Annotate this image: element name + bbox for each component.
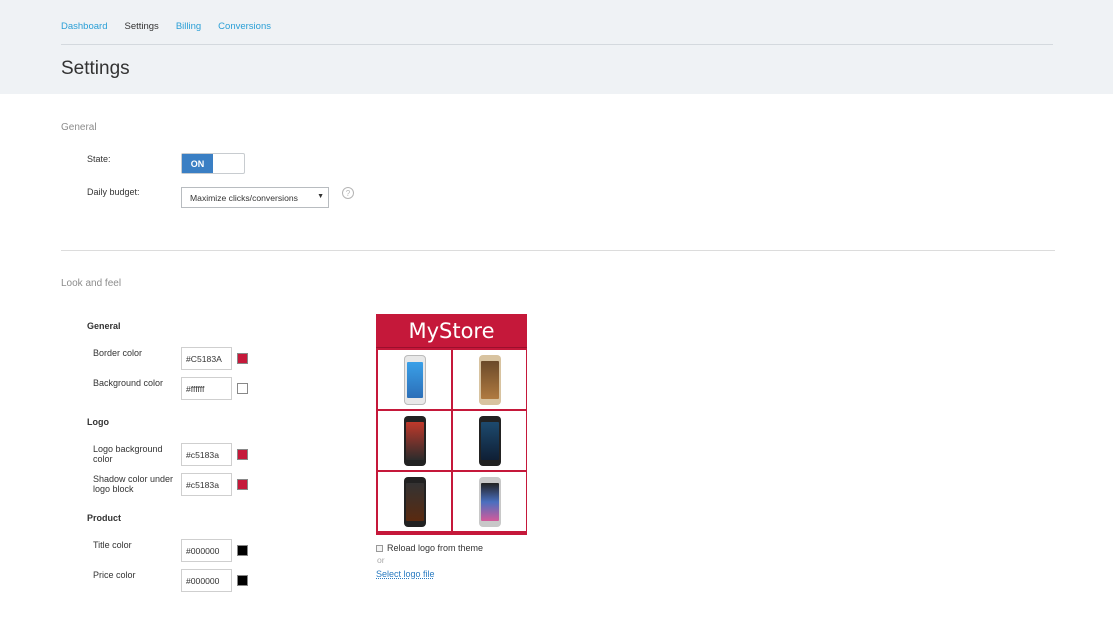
phone-image	[478, 354, 501, 405]
title-color-input[interactable]: #000000	[181, 539, 232, 562]
tab-conversions[interactable]: Conversions	[218, 21, 271, 33]
product-cell	[453, 472, 526, 531]
title-color-swatch[interactable]	[237, 545, 248, 556]
phone-image	[403, 354, 426, 405]
border-color-swatch[interactable]	[237, 353, 248, 364]
logo-heading: Logo	[87, 417, 109, 427]
price-color-input[interactable]: #000000	[181, 569, 232, 592]
product-cell	[378, 350, 451, 409]
daily-budget-value: Maximize clicks/conversions	[190, 192, 298, 203]
preview-logo: MyStore	[408, 318, 495, 343]
widget-preview: MyStore	[376, 314, 527, 535]
toggle-on-label: ON	[182, 154, 213, 173]
chevron-down-icon: ▼	[317, 193, 324, 200]
toggle-off-area	[213, 154, 244, 173]
top-header: Dashboard Settings Billing Conversions S…	[0, 0, 1113, 94]
or-text: or	[377, 555, 385, 565]
state-toggle[interactable]: ON	[181, 153, 245, 174]
tab-dashboard[interactable]: Dashboard	[61, 21, 107, 33]
title-color-label: Title color	[93, 540, 132, 550]
tabs-divider	[61, 44, 1053, 45]
phone-image	[403, 476, 426, 527]
price-color-swatch[interactable]	[237, 575, 248, 586]
logo-bg-label: Logo background color	[93, 444, 163, 464]
general-section-title: General	[61, 122, 97, 133]
border-color-input[interactable]: #C5183A	[181, 347, 232, 370]
background-color-label: Background color	[93, 378, 164, 388]
shadow-color-swatch[interactable]	[237, 479, 248, 490]
look-and-feel-title: Look and feel	[61, 278, 122, 289]
product-cell	[378, 411, 451, 470]
nav-tabs: Dashboard Settings Billing Conversions	[61, 21, 288, 33]
tab-settings[interactable]: Settings	[124, 21, 158, 33]
phone-image	[478, 476, 501, 527]
price-color-label: Price color	[93, 570, 136, 580]
tab-billing[interactable]: Billing	[176, 21, 201, 33]
shadow-color-input[interactable]: #c5183a	[181, 473, 232, 496]
product-cell	[378, 472, 451, 531]
product-heading: Product	[87, 513, 122, 523]
border-color-label: Border color	[93, 348, 143, 358]
daily-budget-select[interactable]: Maximize clicks/conversions ▼	[181, 187, 329, 208]
general-heading: General	[87, 321, 121, 331]
logo-bg-swatch[interactable]	[237, 449, 248, 460]
reload-logo-row: Reload logo from theme	[376, 543, 483, 553]
daily-budget-label: Daily budget:	[87, 187, 140, 197]
section-divider	[61, 250, 1055, 251]
help-icon[interactable]: ?	[342, 187, 354, 199]
logo-bg-input[interactable]: #c5183a	[181, 443, 232, 466]
reload-logo-checkbox[interactable]	[376, 544, 383, 552]
select-logo-link[interactable]: Select logo file	[376, 569, 435, 579]
phone-image	[478, 415, 501, 466]
product-cell	[453, 411, 526, 470]
preview-logo-shadow	[376, 347, 527, 348]
background-color-swatch[interactable]	[237, 383, 248, 394]
shadow-color-label: Shadow color under logo block	[93, 474, 174, 494]
background-color-input[interactable]: #ffffff	[181, 377, 232, 400]
state-label: State:	[87, 154, 111, 164]
product-cell	[453, 350, 526, 409]
product-grid	[378, 350, 526, 531]
phone-image	[403, 415, 426, 466]
reload-logo-label: Reload logo from theme	[387, 543, 484, 553]
page-title: Settings	[61, 58, 130, 79]
